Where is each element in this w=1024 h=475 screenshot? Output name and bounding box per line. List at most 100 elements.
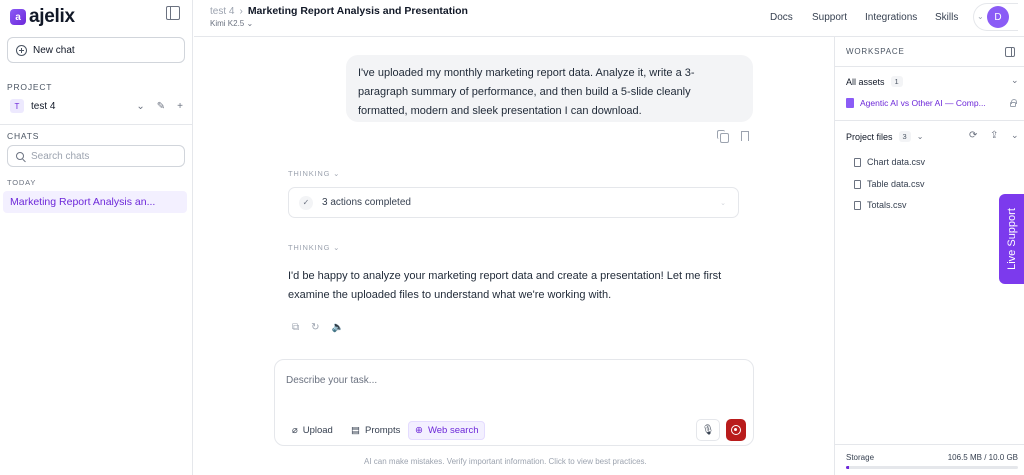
- edit-pencil-icon[interactable]: ✎: [157, 101, 165, 112]
- file-item[interactable]: Totals.csv: [854, 200, 907, 210]
- brand-name: ajelix: [29, 6, 75, 27]
- all-assets-label: All assets: [846, 76, 885, 87]
- asset-name: Agentic AI vs Other AI — Comp...: [860, 98, 986, 108]
- page-title: Marketing Report Analysis and Presentati…: [247, 5, 468, 17]
- upload-icon[interactable]: ⇪: [990, 130, 998, 141]
- lock-icon: [1010, 99, 1017, 107]
- thinking-toggle[interactable]: THINKING ⌄: [288, 169, 340, 178]
- web-search-button[interactable]: ⊕ Web search: [408, 421, 486, 440]
- avatar[interactable]: D: [987, 6, 1009, 28]
- microphone-button[interactable]: 🎙: [696, 419, 720, 441]
- project-selector[interactable]: T test 4 ⌄ ✎ +: [10, 97, 183, 115]
- project-files-count: 3: [898, 131, 911, 142]
- chevron-down-icon: ⌄: [720, 199, 726, 207]
- model-name: Kimi K2.5: [210, 19, 245, 28]
- breadcrumb-separator-icon: ›: [239, 5, 243, 17]
- new-chat-label: New chat: [33, 44, 75, 56]
- live-support-button[interactable]: Live Support: [999, 194, 1024, 284]
- workspace-panel: WORKSPACE All assets 1 ⌄ Agentic AI vs O…: [834, 37, 1024, 475]
- refresh-icon[interactable]: ⟳: [969, 130, 977, 141]
- search-chats-input[interactable]: Search chats: [7, 145, 185, 167]
- nav-docs[interactable]: Docs: [770, 12, 793, 23]
- file-icon: [854, 200, 861, 210]
- plus-circle-icon: [16, 44, 27, 56]
- search-placeholder: Search chats: [31, 150, 90, 162]
- project-section-label: PROJECT: [7, 82, 53, 92]
- prompts-label: Prompts: [364, 425, 401, 436]
- upload-button[interactable]: ⌀ Upload: [286, 421, 339, 440]
- divider: [835, 444, 1024, 445]
- live-support-label: Live Support: [1005, 208, 1018, 270]
- bookmark-icon[interactable]: [741, 131, 749, 141]
- chevron-down-icon[interactable]: ⌄: [1011, 130, 1019, 141]
- file-name: Table data.csv: [867, 179, 925, 189]
- thinking-toggle[interactable]: THINKING ⌄: [288, 243, 340, 252]
- storage-value: 106.5 MB / 10.0 GB: [947, 453, 1018, 462]
- task-input[interactable]: Describe your task...: [286, 375, 377, 386]
- storage-progress-bar: [846, 466, 1018, 469]
- chevron-down-icon[interactable]: ⌄: [136, 101, 144, 112]
- panel-toggle-icon[interactable]: [1005, 47, 1015, 57]
- globe-icon: ⊕: [415, 425, 423, 436]
- regenerate-icon[interactable]: ↻: [311, 322, 319, 333]
- file-item[interactable]: Chart data.csv: [854, 157, 925, 167]
- chats-section-label: CHATS: [7, 131, 40, 141]
- brand-mark-icon: a: [10, 9, 26, 25]
- check-icon: ✓: [299, 195, 313, 210]
- top-header: test 4 › Marketing Report Analysis and P…: [194, 0, 1024, 37]
- disclaimer[interactable]: AI can make mistakes. Verify important i…: [364, 457, 647, 466]
- stop-icon: [731, 425, 741, 435]
- file-icon: [854, 179, 861, 189]
- chevron-down-icon: ⌄: [977, 12, 984, 21]
- web-search-label: Web search: [427, 425, 479, 436]
- divider: [835, 120, 1024, 121]
- project-files-header[interactable]: Project files 3 ⌄: [846, 131, 923, 142]
- new-chat-button[interactable]: New chat: [7, 37, 185, 63]
- nav-integrations[interactable]: Integrations: [865, 12, 917, 23]
- project-name: test 4: [31, 100, 56, 112]
- document-icon: ▤: [351, 425, 360, 436]
- speaker-icon[interactable]: 🔈: [332, 322, 344, 333]
- workspace-title: WORKSPACE: [846, 47, 905, 56]
- upload-label: Upload: [302, 425, 333, 436]
- file-item[interactable]: Table data.csv: [854, 179, 925, 189]
- nav-skills[interactable]: Skills: [935, 12, 958, 23]
- actions-completed-panel[interactable]: ✓ 3 actions completed ⌄: [288, 187, 739, 218]
- assistant-reply: I'd be happy to analyze your marketing r…: [288, 270, 722, 301]
- breadcrumb: test 4 › Marketing Report Analysis and P…: [210, 5, 468, 17]
- model-selector[interactable]: Kimi K2.5 ⌄: [210, 19, 253, 28]
- all-assets-header[interactable]: All assets 1: [846, 76, 903, 87]
- storage-label: Storage: [846, 453, 875, 462]
- chevron-down-icon: ⌄: [916, 132, 924, 141]
- copy-icon[interactable]: ⧉: [292, 322, 299, 333]
- brand-logo[interactable]: a ajelix: [10, 6, 75, 28]
- storage-progress-fill: [846, 466, 849, 469]
- add-icon[interactable]: +: [177, 101, 183, 112]
- nav-support[interactable]: Support: [812, 12, 847, 23]
- divider: [0, 124, 193, 125]
- sidebar: a ajelix New chat PROJECT T test 4 ⌄ ✎ +…: [0, 0, 193, 475]
- prompts-button[interactable]: ▤ Prompts: [345, 421, 406, 440]
- breadcrumb-project[interactable]: test 4: [210, 6, 234, 17]
- user-message: I've uploaded my monthly marketing repor…: [346, 55, 753, 122]
- file-name: Chart data.csv: [867, 157, 926, 167]
- chevron-down-icon: ⌄: [333, 243, 341, 252]
- microphone-icon: 🎙: [701, 424, 715, 436]
- presentation-icon: [846, 98, 854, 108]
- paperclip-icon: ⌀: [292, 425, 298, 436]
- sidebar-toggle-icon[interactable]: [166, 6, 180, 20]
- today-label: TODAY: [7, 178, 37, 187]
- actions-completed-label: 3 actions completed: [322, 197, 411, 208]
- asset-item[interactable]: Agentic AI vs Other AI — Comp...: [846, 98, 1017, 108]
- copy-icon[interactable]: [717, 130, 729, 143]
- stop-button[interactable]: [726, 419, 746, 441]
- chat-list-item[interactable]: Marketing Report Analysis an...: [3, 191, 187, 213]
- chevron-down-icon[interactable]: ⌄: [1011, 75, 1019, 86]
- chevron-down-icon: ⌄: [333, 169, 341, 178]
- all-assets-count: 1: [890, 76, 903, 87]
- search-icon: [16, 152, 24, 160]
- file-name: Totals.csv: [867, 200, 907, 210]
- reply-actions: ⧉ ↻ 🔈: [292, 322, 344, 333]
- thinking-label: THINKING: [288, 169, 331, 178]
- project-files-label: Project files: [846, 131, 893, 142]
